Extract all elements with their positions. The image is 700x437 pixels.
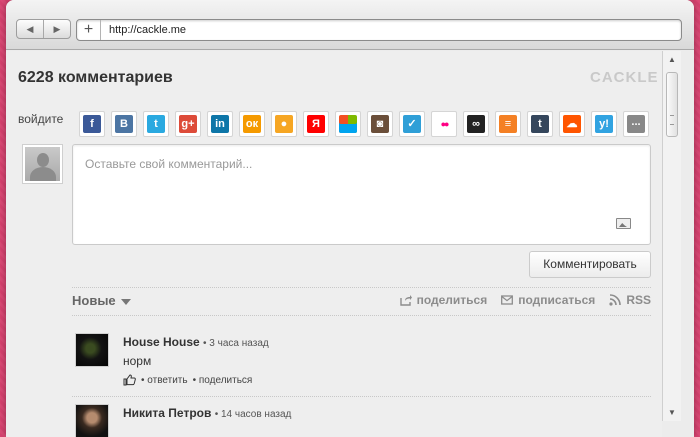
livejournal-icon: ✓ [403,115,421,133]
login-label: войдите [18,112,64,126]
subscribe-label: подписаться [518,293,596,307]
facebook-icon: f [83,115,101,133]
current-user-avatar [22,144,63,184]
comment-placeholder: Оставьте свой комментарий... [85,157,253,171]
back-button[interactable]: ◀ [17,20,44,38]
soundcloud-icon: ☁ [563,115,581,133]
yandex-icon: Я [307,115,325,133]
rss-label: RSS [626,293,651,307]
sort-dropdown[interactable]: Новые [72,293,131,308]
mail-ru-icon: ● [275,115,293,133]
comment-author[interactable]: House House [123,335,200,349]
rss-button[interactable]: RSS [609,293,651,307]
comment-author[interactable]: Никита Петров [123,406,211,420]
address-bar[interactable]: + http://cackle.me [76,19,682,41]
image-upload-icon[interactable] [616,218,631,229]
comment-author-avatar[interactable] [75,404,109,437]
comment-author-avatar[interactable] [75,333,109,367]
social-linkedin-button[interactable]: in [207,111,233,137]
microsoft-icon [339,115,357,133]
stackoverflow-icon: ≡ [499,115,517,133]
comment-textarea[interactable]: Оставьте свой комментарий... [72,144,651,245]
more-icon: ... [627,115,645,133]
yahoo-icon: y! [595,115,613,133]
instagram-icon: ◙ [371,115,389,133]
social-yandex-button[interactable]: Я [303,111,329,137]
social-twitter-button[interactable]: t [143,111,169,137]
twitter-icon: t [147,115,165,133]
submit-comment-button[interactable]: Комментировать [529,251,651,278]
scroll-down-icon[interactable]: ▼ [668,408,676,417]
lastfm-icon: ∞ [467,115,485,133]
vertical-scrollbar[interactable]: ▲ ▼ [662,51,681,421]
divider [72,315,651,316]
share-comment-link[interactable]: • поделиться [193,375,253,386]
social-google-plus-button[interactable]: g+ [175,111,201,137]
vkontakte-icon: B [115,115,133,133]
browser-toolbar: ◀ ▶ + http://cackle.me [6,0,694,50]
new-tab-button[interactable]: + [77,20,101,40]
page-content: 6228 комментариев CACKLE войдите f Bt g+ in… [6,51,662,437]
share-icon [399,295,412,306]
tumblr-icon: t [531,115,549,133]
google-plus-icon: g+ [179,115,197,133]
comment-text: норм [123,354,152,368]
social-yahoo-button[interactable]: y! [591,111,617,137]
social-login-list: f Bt g+ in ок ● Я ◙ ✓ ●● ∞ ≡ t ☁ y!... [79,111,649,137]
social-facebook-button[interactable]: f [79,111,105,137]
social-stackoverflow-button[interactable]: ≡ [495,111,521,137]
divider [72,396,651,397]
social-more-button[interactable]: ... [623,111,649,137]
thumbs-up-icon[interactable] [123,374,136,386]
sort-label: Новые [72,293,116,308]
share-thread-button[interactable]: поделиться [399,293,488,307]
social-lastfm-button[interactable]: ∞ [463,111,489,137]
navigation-buttons: ◀ ▶ [16,19,71,39]
thread-actions: поделиться подписаться RSS [399,293,651,307]
comment-header: House House • 3 часа назад [123,335,269,349]
social-vkontakte-button[interactable]: B [111,111,137,137]
browser-window: ◀ ▶ + http://cackle.me 6228 комментариев… [6,0,694,437]
divider [72,287,651,288]
social-microsoft-button[interactable] [335,111,361,137]
scroll-up-icon[interactable]: ▲ [668,55,676,64]
url-text[interactable]: http://cackle.me [109,24,186,36]
envelope-icon [501,295,514,305]
comment-actions: • ответить • поделиться [123,374,252,386]
social-odnoklassniki-button[interactable]: ок [239,111,265,137]
social-flickr-button[interactable]: ●● [431,111,457,137]
odnoklassniki-icon: ок [243,115,261,133]
cackle-logo: CACKLE [590,69,659,86]
chevron-down-icon [120,298,131,305]
social-instagram-button[interactable]: ◙ [367,111,393,137]
social-livejournal-button[interactable]: ✓ [399,111,425,137]
comment-time[interactable]: • 3 часа назад [203,338,269,349]
share-label: поделиться [416,293,488,307]
forward-button[interactable]: ▶ [44,20,70,38]
scrollbar-thumb[interactable] [666,72,678,137]
social-mail-ru-button[interactable]: ● [271,111,297,137]
subscribe-button[interactable]: подписаться [501,293,595,307]
flickr-icon: ●● [435,115,453,133]
social-soundcloud-button[interactable]: ☁ [559,111,585,137]
social-tumblr-button[interactable]: t [527,111,553,137]
comment-time[interactable]: • 14 часов назад [215,409,292,420]
rss-icon [609,294,622,306]
linkedin-icon: in [211,115,229,133]
comments-count: 6228 комментариев [18,69,173,86]
comment-header: Никита Петров • 14 часов назад [123,406,291,420]
reply-link[interactable]: • ответить [141,375,188,386]
